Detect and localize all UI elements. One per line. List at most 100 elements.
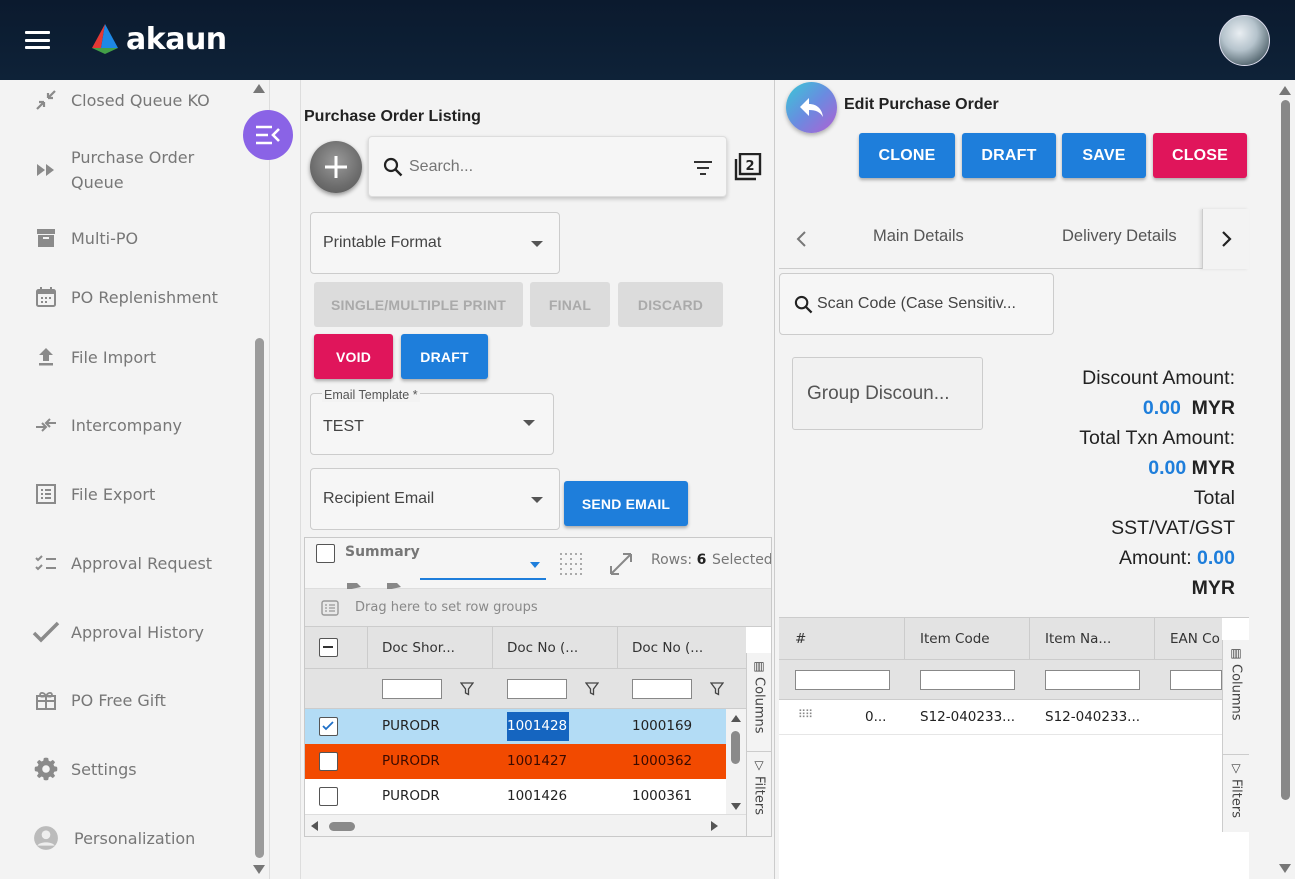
sidebar-item-po-replenishment[interactable]: PO Replenishment bbox=[32, 283, 218, 311]
main-scroll-down-icon[interactable] bbox=[1279, 864, 1291, 873]
table-row[interactable]: PURODR 1001428 1000169 bbox=[305, 709, 726, 744]
column-header[interactable]: EAN Co bbox=[1170, 631, 1220, 647]
sidebar-item-approval-history[interactable]: Approval History bbox=[32, 618, 204, 646]
sidebar-item-closed-queue-ko[interactable]: Closed Queue KO bbox=[32, 86, 210, 114]
table-row[interactable]: PURODR 1001427 1000362 bbox=[305, 744, 726, 779]
scroll-thumb[interactable] bbox=[731, 731, 740, 764]
email-template-select[interactable]: Email Template * TEST bbox=[310, 388, 554, 455]
tab-main-details[interactable]: Main Details bbox=[873, 227, 964, 246]
column-filter-input[interactable] bbox=[920, 670, 1015, 690]
sidebar-scrollbar[interactable] bbox=[255, 338, 264, 858]
drag-handle-icon[interactable]: ⠿⠿ bbox=[798, 708, 813, 721]
sidebar-item-file-export[interactable]: File Export bbox=[32, 480, 155, 508]
row-checkbox[interactable] bbox=[319, 787, 338, 806]
column-header[interactable]: # bbox=[795, 631, 806, 647]
sidebar-item-approval-request[interactable]: Approval Request bbox=[32, 549, 212, 577]
sidebar-scroll-down-icon[interactable] bbox=[253, 865, 265, 874]
column-header[interactable]: Doc No (... bbox=[507, 640, 578, 656]
column-filter-input[interactable] bbox=[382, 679, 442, 699]
summary-select[interactable] bbox=[420, 554, 546, 580]
grid-vertical-scrollbar[interactable] bbox=[726, 709, 746, 814]
sidebar-item-settings[interactable]: Settings bbox=[32, 755, 137, 783]
row-checkbox[interactable] bbox=[319, 717, 338, 736]
chevron-left-icon[interactable] bbox=[795, 230, 807, 248]
scroll-down-icon[interactable] bbox=[731, 803, 741, 810]
single-multiple-print-button[interactable]: SINGLE/MULTIPLE PRINT bbox=[314, 282, 523, 327]
clone-button[interactable]: CLONE bbox=[859, 133, 955, 178]
column-header[interactable]: Doc No (... bbox=[632, 640, 703, 656]
sidebar-item-purchase-order-queue[interactable]: Purchase Order Queue bbox=[32, 145, 211, 195]
brand-logo[interactable]: akaun bbox=[88, 22, 227, 57]
multi-page-icon[interactable]: 2 bbox=[733, 153, 762, 182]
scan-code-input[interactable]: Scan Code (Case Sensitiv... bbox=[779, 273, 1054, 335]
tab-delivery-details[interactable]: Delivery Details bbox=[1062, 227, 1177, 246]
scroll-right-icon[interactable] bbox=[711, 821, 718, 831]
scroll-left-icon[interactable] bbox=[311, 821, 318, 831]
main-scroll-up-icon[interactable] bbox=[1279, 86, 1291, 95]
printable-format-select[interactable]: Printable Format bbox=[310, 212, 560, 274]
columns-tool-tab[interactable]: ▥ Columns bbox=[1222, 640, 1249, 754]
tabs-next[interactable] bbox=[1202, 209, 1249, 269]
add-button[interactable] bbox=[310, 141, 362, 193]
collapse-sidebar-button[interactable] bbox=[243, 110, 293, 160]
draft-button-edit[interactable]: DRAFT bbox=[962, 133, 1056, 178]
save-button[interactable]: SAVE bbox=[1062, 133, 1146, 178]
select-all-checkbox[interactable] bbox=[319, 638, 338, 657]
discard-button[interactable]: DISCARD bbox=[618, 282, 723, 327]
column-header[interactable]: Doc Shor... bbox=[382, 640, 455, 656]
recipient-email-select[interactable]: Recipient Email bbox=[310, 468, 560, 530]
void-button[interactable]: VOID bbox=[314, 334, 393, 379]
user-avatar[interactable] bbox=[1219, 15, 1270, 66]
sidebar-item-po-free-gift[interactable]: PO Free Gift bbox=[32, 686, 166, 714]
close-button[interactable]: CLOSE bbox=[1153, 133, 1247, 178]
sidebar-item-intercompany[interactable]: Intercompany bbox=[32, 411, 182, 439]
table-row[interactable]: PURODR 1001426 1000361 bbox=[305, 779, 726, 814]
expand-icon[interactable] bbox=[608, 551, 634, 577]
column-filter-input[interactable] bbox=[1045, 670, 1140, 690]
summary-checkbox[interactable] bbox=[316, 544, 335, 563]
grid-dots-icon[interactable] bbox=[559, 552, 583, 576]
archive-box-icon bbox=[32, 224, 60, 252]
sidebar-item-multi-po[interactable]: Multi-PO bbox=[32, 224, 138, 252]
collapse-arrows-icon bbox=[32, 86, 60, 114]
grid-horizontal-scrollbar[interactable] bbox=[305, 814, 746, 836]
funnel-icon[interactable] bbox=[710, 682, 724, 696]
hamburger-menu-icon[interactable] bbox=[25, 31, 50, 49]
funnel-icon[interactable] bbox=[460, 682, 474, 696]
columns-tool-tab[interactable]: ▥ Columns bbox=[746, 653, 771, 751]
funnel-icon[interactable] bbox=[585, 682, 599, 696]
sidebar-item-label: File Import bbox=[71, 347, 156, 367]
sidebar-scroll-up-icon[interactable] bbox=[253, 84, 265, 93]
search-bar[interactable] bbox=[368, 136, 727, 197]
column-filter-input[interactable] bbox=[507, 679, 567, 699]
filters-tool-tab[interactable]: ▽ Filters bbox=[1222, 754, 1249, 832]
row-checkbox[interactable] bbox=[319, 752, 338, 771]
search-input[interactable] bbox=[409, 157, 689, 176]
column-filter-input[interactable] bbox=[632, 679, 692, 699]
group-discount-button[interactable]: Group Discoun... bbox=[792, 357, 983, 430]
final-button[interactable]: FINAL bbox=[530, 282, 610, 327]
draft-button[interactable]: DRAFT bbox=[401, 334, 488, 379]
sidebar-item-file-import[interactable]: File Import bbox=[32, 343, 156, 371]
grid-header: Doc Shor... Doc No (... Doc No (... bbox=[305, 627, 746, 669]
row-group-drop-zone[interactable]: Drag here to set row groups bbox=[305, 589, 771, 627]
column-filter-input[interactable] bbox=[795, 670, 890, 690]
table-row[interactable]: ⠿⠿ 0... S12-040233... S12-040233... bbox=[779, 700, 1222, 735]
chevron-down-icon bbox=[530, 562, 540, 568]
column-header[interactable]: Item Code bbox=[920, 631, 990, 647]
cell-doc-no[interactable]: 1001428 bbox=[507, 712, 570, 741]
filters-tool-tab[interactable]: ▽ Filters bbox=[746, 751, 771, 836]
chevron-right-icon[interactable] bbox=[1221, 230, 1233, 248]
email-template-label: Email Template * bbox=[322, 388, 420, 402]
scroll-thumb[interactable] bbox=[329, 822, 355, 831]
sidebar-item-personalization[interactable]: Personalization bbox=[32, 824, 195, 852]
cell-doc-no-ref: 1000362 bbox=[632, 753, 693, 769]
calendar-icon bbox=[32, 283, 60, 311]
scroll-up-icon[interactable] bbox=[731, 715, 741, 722]
filter-icon[interactable] bbox=[693, 160, 713, 176]
column-header[interactable]: Item Na... bbox=[1045, 631, 1111, 647]
column-filter-input[interactable] bbox=[1170, 670, 1222, 690]
back-button[interactable] bbox=[786, 82, 837, 133]
send-email-button[interactable]: SEND EMAIL bbox=[564, 481, 688, 526]
main-scrollbar[interactable] bbox=[1281, 100, 1290, 800]
